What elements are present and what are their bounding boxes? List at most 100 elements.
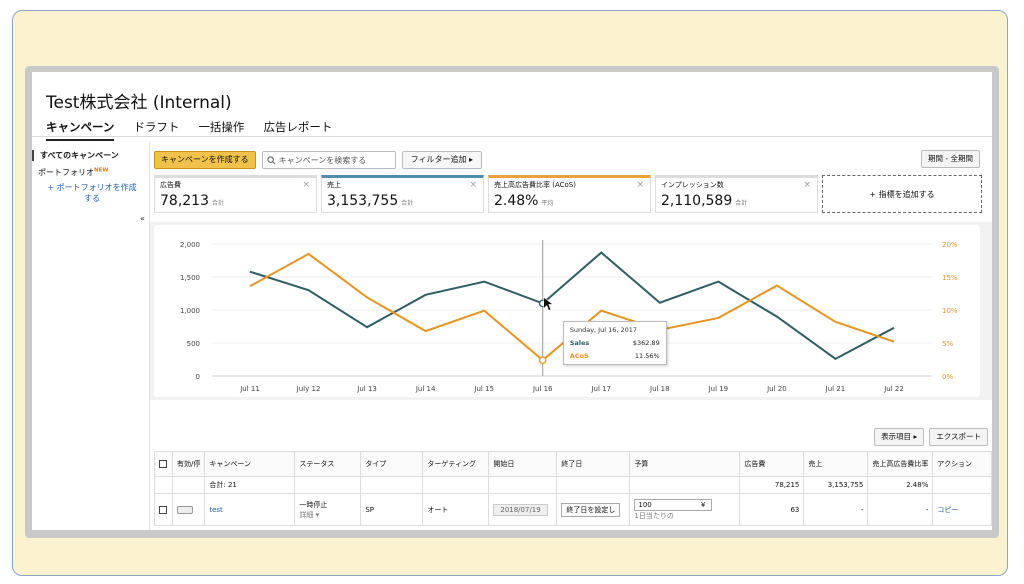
campaign-link[interactable]: test xyxy=(209,506,222,514)
main-content: キャンペーンを作成する キャンペーンを検索する フィルター追加 ▸ 期間 - 全… xyxy=(150,142,992,530)
budget-input[interactable]: 100 ¥ xyxy=(634,498,713,511)
x-tick-label: Jul 19 xyxy=(708,385,729,393)
column-header[interactable]: 予算 xyxy=(629,451,741,477)
y-left-tick-label: 500 xyxy=(187,340,200,348)
column-header[interactable]: アクション xyxy=(932,451,992,477)
create-portfolio-link[interactable]: + ポートフォリオを作成する xyxy=(44,182,140,204)
y-right-tick-label: 5% xyxy=(942,340,953,348)
column-header[interactable]: 有効/停 xyxy=(171,451,206,477)
select-all-checkbox[interactable] xyxy=(159,460,167,468)
y-right-tick-label: 10% xyxy=(942,307,958,315)
set-end-date-button[interactable]: 終了日を設定し xyxy=(561,502,621,517)
x-tick-label: Jul 13 xyxy=(356,385,377,393)
tab-drafts[interactable]: ドラフト xyxy=(133,119,179,141)
column-header[interactable]: 売上 xyxy=(803,451,869,477)
start-date-cell: 2018/07/19 xyxy=(488,493,558,526)
y-right-tick-label: 15% xyxy=(942,274,958,282)
close-icon[interactable]: × xyxy=(302,180,310,190)
status-detail-link[interactable]: 詳細 ▾ xyxy=(299,510,356,520)
create-campaign-button[interactable]: キャンペーンを作成する xyxy=(154,151,256,169)
performance-chart[interactable]: 2,000 20% 1,500 15% 1,000 10% 500 5% 0 0% Jul 11 Ju… xyxy=(154,225,980,397)
total-spend: 78,215 xyxy=(739,476,805,494)
tab-ad-reports[interactable]: 広告レポート xyxy=(263,119,332,141)
end-date-cell: 終了日を設定し xyxy=(556,493,631,526)
row-checkbox[interactable] xyxy=(159,505,167,514)
action-cell: コピー xyxy=(932,493,992,526)
total-acos: 2.48% xyxy=(867,476,934,494)
x-tick-label: Jul 14 xyxy=(415,385,436,393)
chart-tooltip: Sunday, Jul 16, 2017 Sales $362.89 ACoS 11… xyxy=(562,321,667,366)
x-tick-label: Jul 11 xyxy=(239,385,260,393)
sales-cell: - xyxy=(803,493,869,526)
chevron-down-icon: ▾ xyxy=(315,510,320,519)
total-sales: 3,153,755 xyxy=(803,476,869,494)
status-text: 一時停止 xyxy=(299,500,328,509)
column-header[interactable]: ターゲティング xyxy=(422,451,490,477)
column-header[interactable]: 終了日 xyxy=(556,451,631,477)
collapse-sidebar-icon[interactable]: « xyxy=(140,214,145,223)
tooltip-key: ACoS xyxy=(569,352,589,361)
metric-suffix: 合計 xyxy=(735,200,748,207)
metric-suffix: 合計 xyxy=(401,200,414,207)
export-button[interactable]: エクスポート xyxy=(929,428,988,446)
metric-cards: 広告費 × 78,213 合計 売上 × 3,153,755 合計 売上高広告費比率… xyxy=(154,175,982,213)
close-icon[interactable]: × xyxy=(636,180,644,190)
campaign-search-input[interactable]: キャンペーンを検索する xyxy=(261,151,396,169)
table-row: test 一時停止 詳細 ▾ SP オート 2018/07/19 終了日を設定し … xyxy=(154,493,992,526)
column-header[interactable]: ステータス xyxy=(294,451,362,477)
column-header[interactable]: 売上高広告費比率 xyxy=(867,451,934,477)
tab-campaigns[interactable]: キャンペーン xyxy=(46,119,115,141)
chevron-down-icon: ▸ xyxy=(469,155,474,164)
metric-value: 78,213 xyxy=(160,193,209,209)
metric-label: インプレッション数 xyxy=(661,181,724,189)
close-icon[interactable]: × xyxy=(469,180,477,190)
metric-card-sales[interactable]: 売上 × 3,153,755 合計 xyxy=(321,175,484,213)
x-tick-label: Jul 21 xyxy=(825,385,846,393)
column-header[interactable]: 開始日 xyxy=(488,451,558,477)
budget-value: 100 xyxy=(638,500,652,509)
column-header[interactable]: 広告費 xyxy=(739,451,805,477)
column-header[interactable]: タイプ xyxy=(360,451,424,477)
table-toolbar: 表示項目 ▸ エクスポート xyxy=(874,428,988,446)
metric-label: 広告費 xyxy=(160,181,181,189)
add-filter-button[interactable]: フィルター追加 ▸ xyxy=(401,151,483,169)
targeting-cell: オート xyxy=(422,493,490,526)
spend-cell: 63 xyxy=(739,493,805,526)
sidebar: すべてのキャンペーン ポートフォリオNEW + ポートフォリオを作成する xyxy=(32,142,142,530)
metric-card-impressions[interactable]: インプレッション数 × 2,110,589 合計 xyxy=(655,175,818,213)
search-icon xyxy=(266,155,276,164)
x-tick-label: Jul 22 xyxy=(883,385,904,393)
toolbar: キャンペーンを作成する キャンペーンを検索する フィルター追加 ▸ xyxy=(154,150,483,170)
x-tick-label: Jul 16 xyxy=(532,385,553,393)
x-tick-label: Jul 17 xyxy=(590,385,611,393)
table-header-row: 有効/停 キャンペーン ステータス タイプ ターゲティング 開始日 終了日 予算… xyxy=(154,451,992,477)
add-metric-button[interactable]: + 指標を追加する xyxy=(822,175,982,213)
select-all-cell xyxy=(154,451,173,477)
currency-symbol: ¥ xyxy=(700,500,706,509)
tooltip-key: Sales xyxy=(569,339,590,348)
new-badge: NEW xyxy=(94,167,109,174)
metric-card-acos[interactable]: 売上高広告費比率 (ACoS) × 2.48% 平均 xyxy=(488,175,651,213)
portfolio-label: ポートフォリオ xyxy=(38,168,94,177)
total-label: 合計: 21 xyxy=(204,476,296,494)
tabs-divider xyxy=(32,136,992,137)
close-icon[interactable]: × xyxy=(803,180,811,190)
row-toggle-cell xyxy=(171,493,206,526)
app-window: Test株式会社 (Internal) キャンペーン ドラフト 一括操作 広告レ… xyxy=(32,72,992,530)
period-button[interactable]: 期間 - 全期間 xyxy=(921,150,980,168)
metric-label: 売上 xyxy=(327,181,341,189)
copy-link[interactable]: コピー xyxy=(937,506,958,514)
status-detail-label: 詳細 xyxy=(299,510,314,519)
columns-button[interactable]: 表示項目 ▸ xyxy=(874,428,925,446)
sidebar-item-all-campaigns[interactable]: すべてのキャンペーン xyxy=(32,150,119,161)
enable-toggle[interactable] xyxy=(177,505,193,514)
y-left-tick-label: 1,000 xyxy=(180,307,200,315)
x-tick-label: Jul 20 xyxy=(766,385,787,393)
add-filter-label: フィルター追加 xyxy=(410,155,467,164)
metric-label: 売上高広告費比率 (ACoS) xyxy=(494,181,576,189)
tooltip-value: 11.56% xyxy=(634,352,660,361)
tab-bulk-operations[interactable]: 一括操作 xyxy=(198,119,244,141)
sidebar-item-portfolio[interactable]: ポートフォリオNEW xyxy=(38,167,108,178)
column-header[interactable]: キャンペーン xyxy=(204,451,296,477)
metric-card-spend[interactable]: 広告費 × 78,213 合計 xyxy=(154,175,317,213)
